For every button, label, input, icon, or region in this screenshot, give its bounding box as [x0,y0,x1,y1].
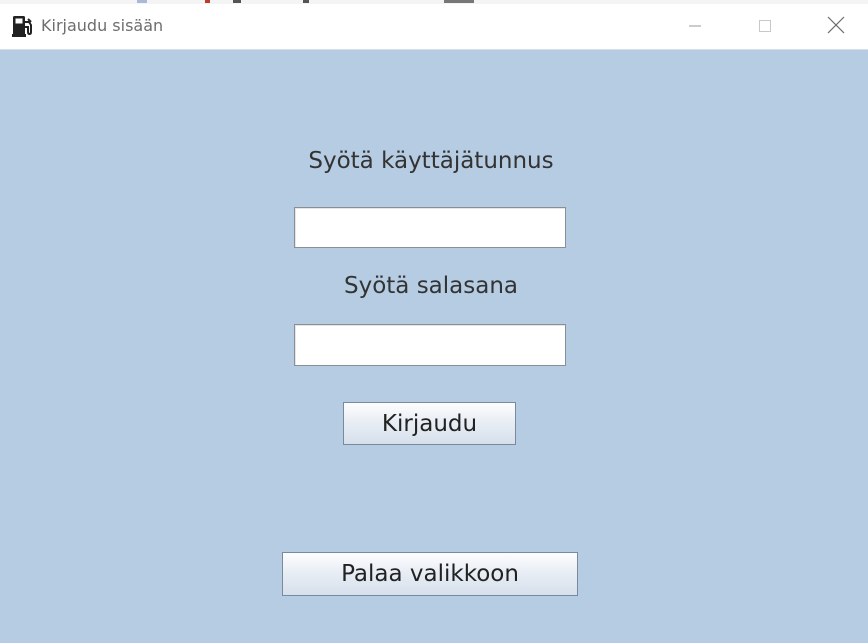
username-label: Syötä käyttäjätunnus [308,148,554,174]
window-title: Kirjaudu sisään [41,16,164,35]
close-icon [827,16,845,38]
login-window: Kirjaudu sisään Syötä käyttäjätunnus Syö… [0,0,868,643]
minimize-button[interactable] [665,8,725,46]
close-button[interactable] [806,8,866,46]
title-bar[interactable]: Kirjaudu sisään [0,4,868,50]
login-button[interactable]: Kirjaudu [343,402,516,445]
password-input[interactable] [294,324,566,366]
username-input[interactable] [294,207,566,248]
minimize-icon [688,18,702,37]
password-label: Syötä salasana [343,273,519,299]
maximize-icon [758,18,772,37]
fuel-pump-icon [11,14,35,38]
maximize-button[interactable] [735,8,795,46]
back-to-menu-button[interactable]: Palaa valikkoon [282,552,578,596]
